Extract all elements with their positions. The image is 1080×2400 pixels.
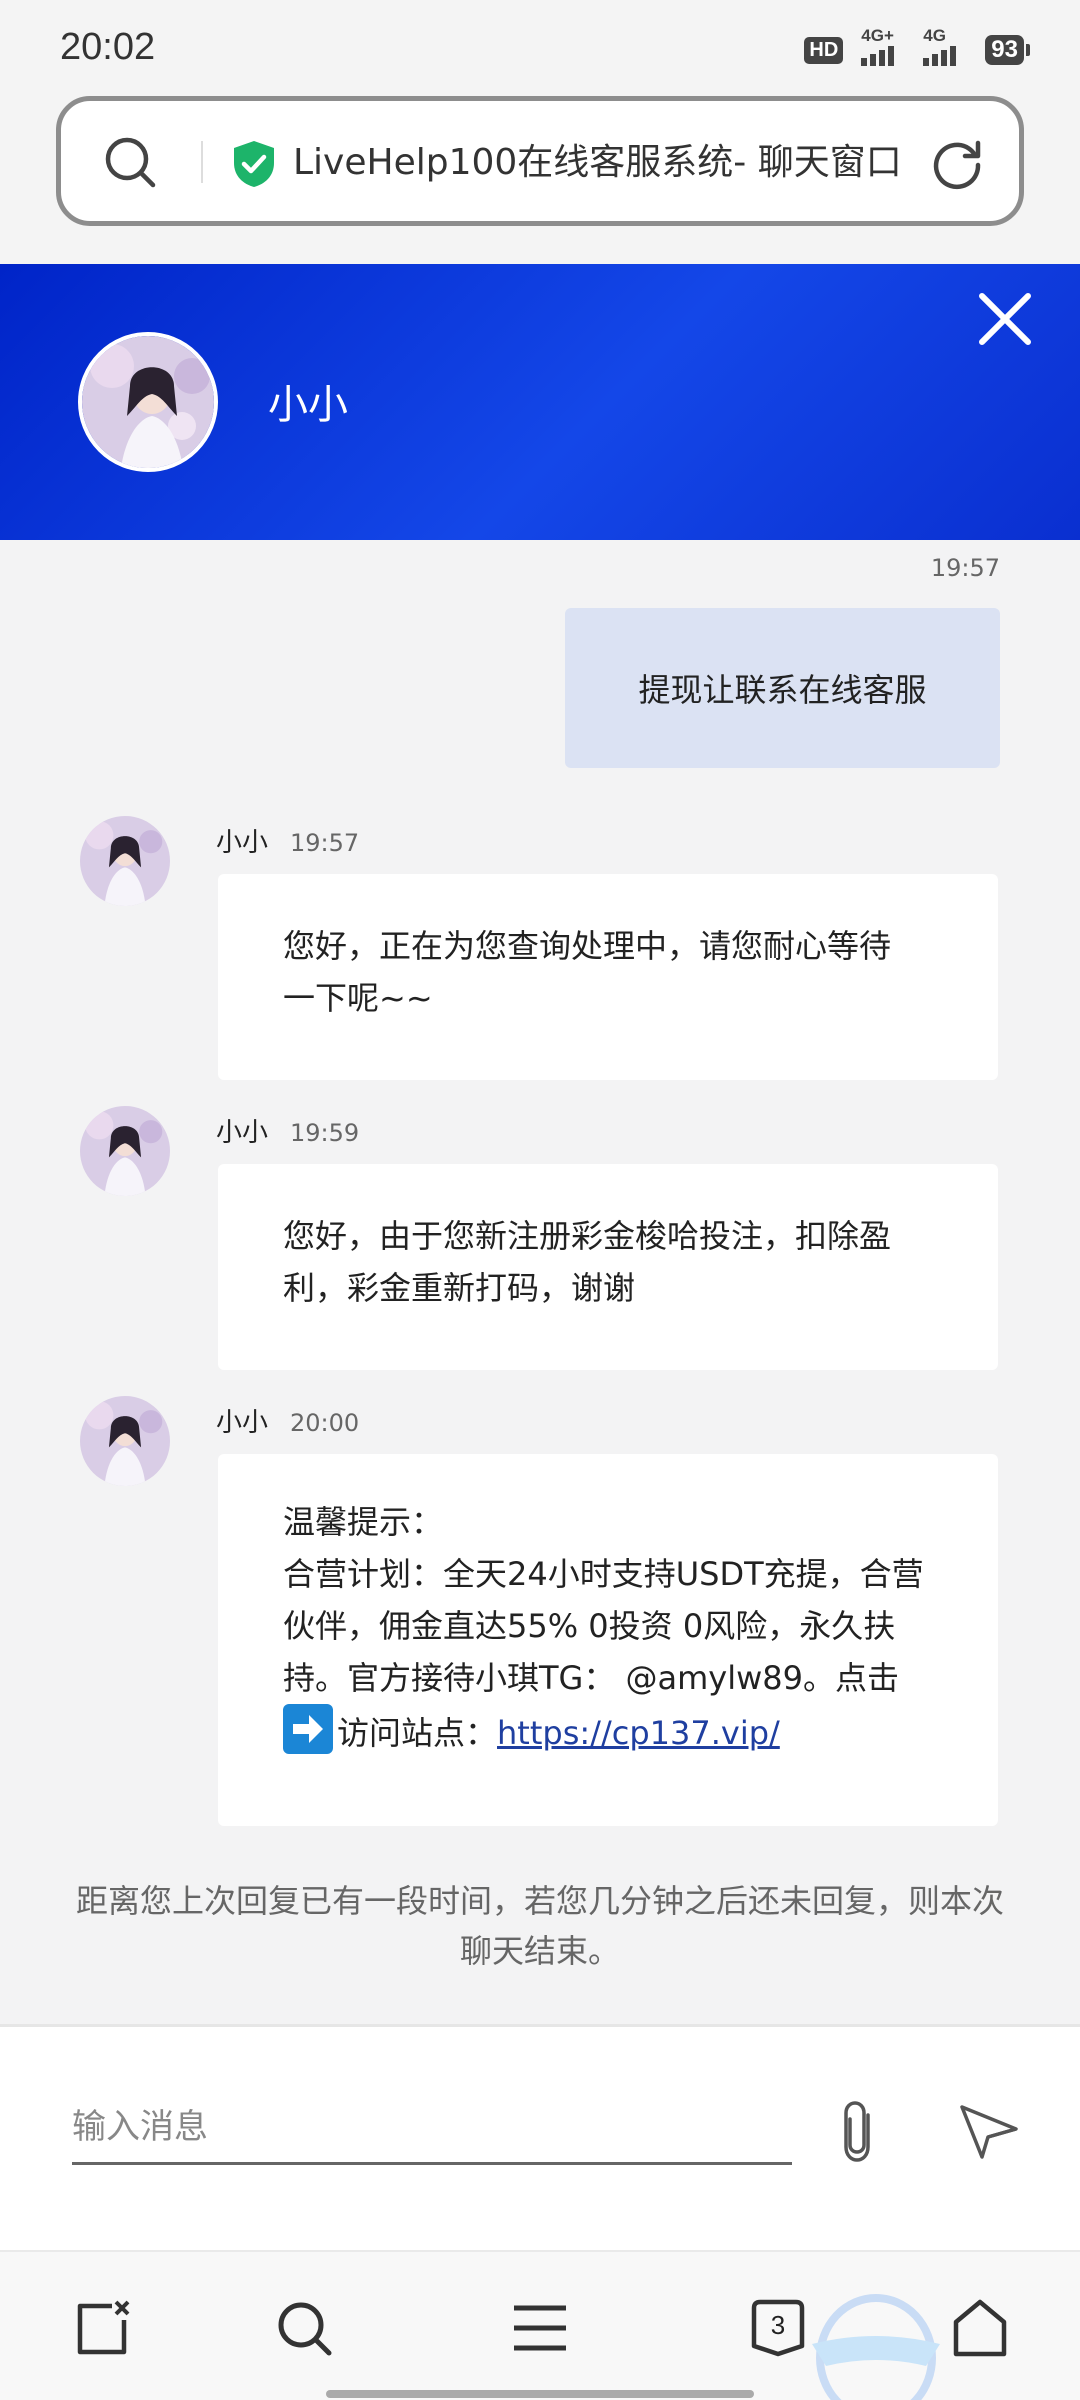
agent-message: 您好，正在为您查询处理中，请您耐心等待 一下呢~~: [218, 874, 998, 1080]
message-line: 利，彩金重新打码，谢谢: [283, 1269, 636, 1307]
page-title[interactable]: LiveHelp100在线客服系统- 聊天窗口: [293, 133, 949, 185]
message-time: 19:57: [930, 554, 1000, 582]
agent-message: 您好，由于您新注册彩金梭哈投注，扣除盈 利，彩金重新打码，谢谢: [218, 1164, 998, 1370]
tab-count: 3: [770, 2310, 786, 2340]
browser-bottom-nav: 3: [0, 2250, 1080, 2400]
agent-name: 小小: [268, 382, 348, 428]
secure-shield-icon: [234, 141, 274, 187]
agent-avatar: [80, 816, 170, 906]
message-line: 伙伴，佣金直达55% 0投资 0风险，永久扶: [283, 1607, 896, 1645]
status-time: 20:02: [60, 26, 156, 68]
message-time: 19:57: [290, 829, 360, 857]
reload-icon[interactable]: [929, 135, 985, 191]
status-bar: 20:02 HD 4G+ 4G 93: [0, 0, 1080, 96]
message-line: 温馨提示：: [283, 1503, 444, 1541]
battery-icon: 93: [985, 35, 1030, 65]
sender-name: 小小: [216, 1118, 269, 1148]
visit-label: 访问站点：: [337, 1714, 498, 1752]
message-line: 访问站点：https://cp137.vip/: [283, 1704, 938, 1759]
status-icons: HD 4G+ 4G 93: [804, 26, 1030, 66]
search-icon[interactable]: [274, 2298, 334, 2358]
user-message: 提现让联系在线客服: [565, 608, 1000, 768]
sender-name: 小小: [216, 1408, 269, 1438]
gesture-handle: [326, 2390, 754, 2398]
message-list[interactable]: 19:57 提现让联系在线客服 小小 19:57 您好，正在为您查询处理中，请您耐…: [0, 540, 1080, 2024]
message-time: 19:59: [290, 1119, 360, 1147]
browser-toolbar: LiveHelp100在线客服系统- 聊天窗口: [0, 96, 1080, 264]
message-line: 您好，正在为您查询处理中，请您耐心等待: [283, 927, 892, 965]
chat-header: 小小: [0, 264, 1080, 540]
mascot-icon[interactable]: [806, 2288, 946, 2400]
close-icon[interactable]: [976, 290, 1034, 348]
hd-icon: HD: [804, 36, 844, 64]
message-meta: 小小 19:57: [216, 822, 359, 859]
attachment-icon[interactable]: [832, 2097, 886, 2167]
menu-icon[interactable]: [510, 2298, 570, 2358]
arrow-right-icon: [283, 1704, 333, 1754]
agent-avatar: [80, 1106, 170, 1196]
search-icon[interactable]: [103, 135, 157, 189]
message-meta: 小小 20:00: [216, 1402, 359, 1439]
agent-avatar: [78, 332, 218, 472]
message-line: 持。官方接待小琪TG： @amylw89。点击: [283, 1659, 900, 1697]
message-line: 您好，由于您新注册彩金梭哈投注，扣除盈: [283, 1217, 892, 1255]
home-icon[interactable]: [950, 2298, 1010, 2358]
agent-message: 温馨提示： 合营计划：全天24小时支持USDT充提，合营 伙伴，佣金直达55% …: [218, 1454, 998, 1826]
address-bar[interactable]: LiveHelp100在线客服系统- 聊天窗口: [56, 96, 1024, 226]
message-line: 合营计划：全天24小时支持USDT充提，合营: [283, 1555, 924, 1593]
send-icon[interactable]: [958, 2101, 1020, 2161]
signal-icon-2: 4G: [923, 26, 967, 66]
message-meta: 小小 19:59: [216, 1112, 359, 1149]
message-line: 一下呢~~: [283, 979, 433, 1017]
tabs-button[interactable]: 3: [748, 2298, 808, 2358]
message-time: 20:00: [290, 1409, 360, 1437]
divider: [201, 141, 203, 183]
message-input[interactable]: [72, 2091, 792, 2165]
agent-avatar: [80, 1396, 170, 1486]
composer: [0, 2024, 1080, 2250]
timeout-notice: 距离您上次回复已有一段时间，若您几分钟之后还未回复，则本次聊天结束。: [75, 1882, 1004, 1970]
site-link[interactable]: https://cp137.vip/: [497, 1714, 780, 1752]
sender-name: 小小: [216, 828, 269, 858]
signal-icon-1: 4G+: [861, 26, 905, 66]
close-tab-icon[interactable]: [72, 2298, 132, 2358]
